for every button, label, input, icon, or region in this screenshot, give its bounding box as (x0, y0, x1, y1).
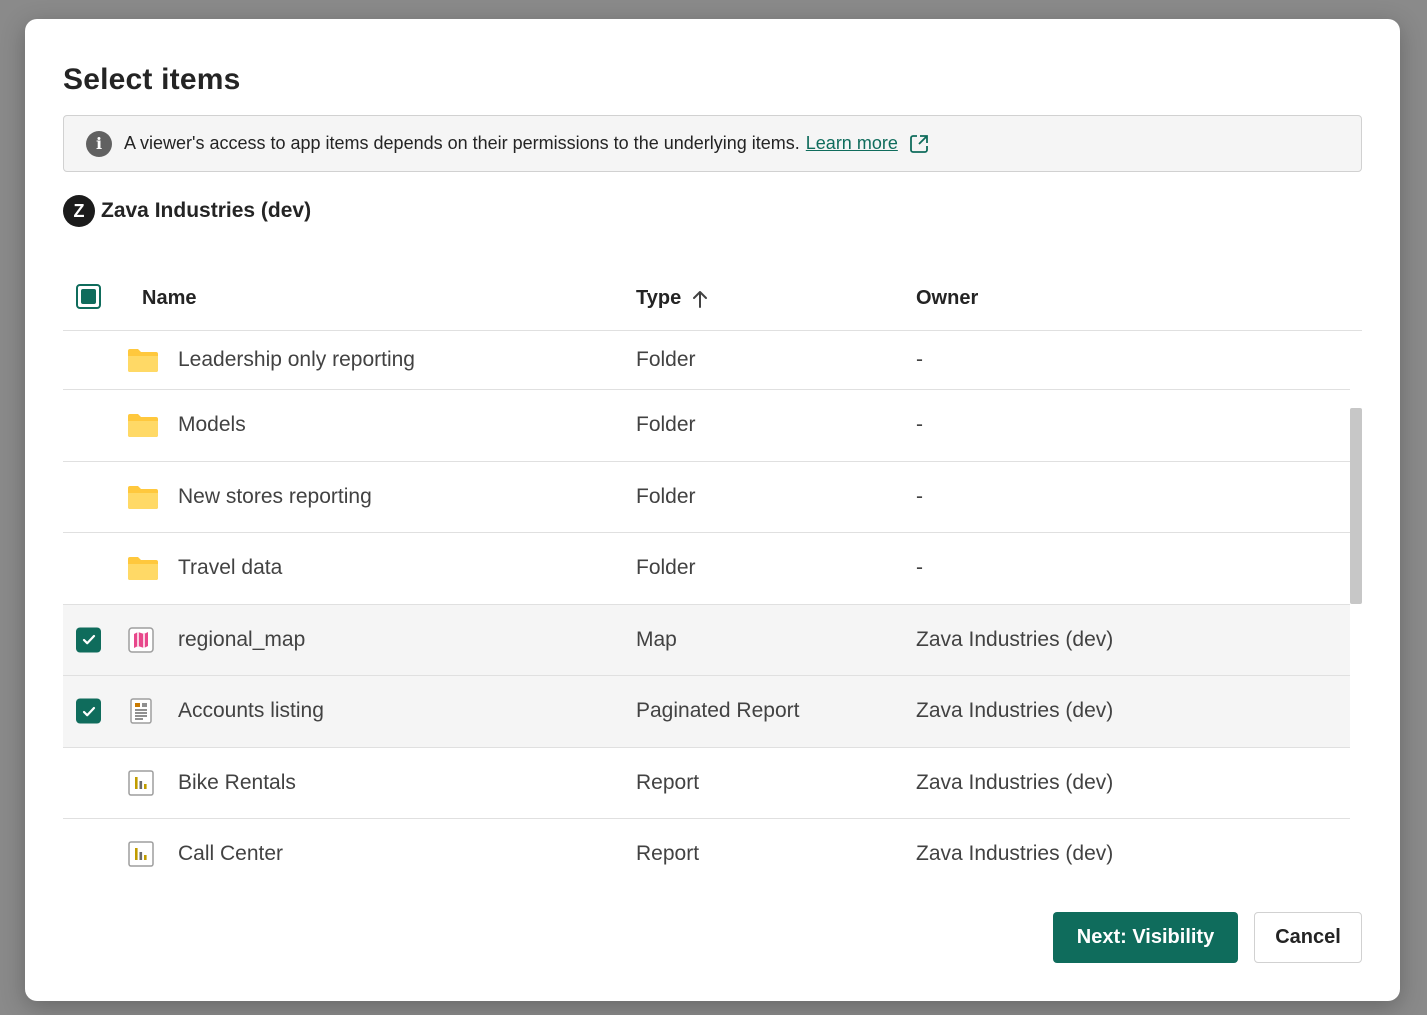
cancel-button[interactable]: Cancel (1254, 912, 1362, 963)
item-owner: Zava Industries (dev) (916, 770, 1114, 794)
workspace-avatar: Z (63, 195, 95, 227)
item-owner: - (916, 413, 923, 437)
item-type: Folder (636, 556, 696, 580)
indeterminate-mark (81, 289, 96, 304)
workspace-label: Z Zava Industries (dev) (63, 195, 311, 227)
open-external-icon[interactable] (908, 133, 930, 155)
item-name: New stores reporting (178, 484, 372, 508)
row-checkbox[interactable] (76, 627, 101, 653)
select-all-checkbox[interactable] (76, 284, 101, 309)
info-icon: i (86, 130, 112, 157)
table-row[interactable]: Call Center Report Zava Industries (dev) (63, 819, 1350, 889)
items-list: Leadership only reporting Folder - Models Fo… (63, 331, 1350, 889)
info-banner: i A viewer's access to app items depends… (63, 115, 1362, 172)
folder-icon (127, 347, 159, 373)
item-type: Folder (636, 484, 696, 508)
item-type: Report (636, 770, 700, 794)
item-owner: - (916, 484, 923, 508)
paginated-report-icon (127, 697, 155, 725)
table-header: Name Type Owner (63, 269, 1362, 331)
vertical-scrollbar[interactable] (1350, 408, 1362, 604)
item-type: Folder (636, 413, 696, 437)
item-owner: - (916, 556, 923, 580)
row-checkbox[interactable] (76, 698, 101, 724)
item-name: Leadership only reporting (178, 348, 415, 371)
item-name: Accounts listing (178, 699, 324, 723)
item-type: Folder (636, 348, 696, 371)
dialog-title: Select items (63, 63, 241, 96)
next-visibility-button[interactable]: Next: Visibility (1053, 912, 1238, 963)
learn-more-link[interactable]: Learn more (806, 133, 898, 154)
report-icon (127, 769, 155, 797)
item-name: Models (178, 413, 246, 437)
table-row[interactable]: New stores reporting Folder - (63, 462, 1350, 533)
item-type: Map (636, 627, 677, 651)
column-header-name[interactable]: Name (142, 287, 196, 310)
item-owner: - (916, 348, 923, 371)
report-icon (127, 840, 155, 868)
item-name: Travel data (178, 556, 283, 580)
item-owner: Zava Industries (dev) (916, 627, 1114, 651)
workspace-name: Zava Industries (dev) (101, 199, 312, 222)
arrow-up-icon (691, 289, 709, 309)
column-header-type-label: Type (636, 287, 682, 309)
item-name: Bike Rentals (178, 770, 296, 794)
select-items-dialog: Select items i A viewer's access to app … (25, 19, 1400, 1001)
item-name: regional_map (178, 627, 306, 651)
item-name: Call Center (178, 842, 284, 866)
folder-icon (127, 484, 159, 510)
item-owner: Zava Industries (dev) (916, 699, 1114, 723)
table-row[interactable]: Models Folder - (63, 390, 1350, 462)
folder-icon (127, 555, 159, 581)
table-row[interactable]: regional_map Map Zava Industries (dev) (63, 604, 1350, 676)
table-row[interactable]: Leadership only reporting Folder - (63, 331, 1350, 390)
column-header-owner[interactable]: Owner (916, 287, 978, 310)
column-header-type[interactable]: Type (636, 287, 709, 310)
item-type: Paginated Report (636, 699, 800, 723)
table-row[interactable]: Accounts listing Paginated Report Zava Ind… (63, 676, 1350, 748)
banner-text: A viewer's access to app items depends o… (124, 133, 800, 153)
table-row[interactable]: Travel data Folder - (63, 533, 1350, 605)
folder-icon (127, 412, 159, 438)
map-icon (127, 626, 155, 654)
row-checkbox[interactable] (76, 770, 101, 795)
item-type: Report (636, 842, 700, 866)
item-owner: Zava Industries (dev) (916, 842, 1114, 866)
row-checkbox[interactable] (76, 842, 101, 867)
table-row[interactable]: Bike Rentals Report Zava Industries (dev) (63, 748, 1350, 819)
